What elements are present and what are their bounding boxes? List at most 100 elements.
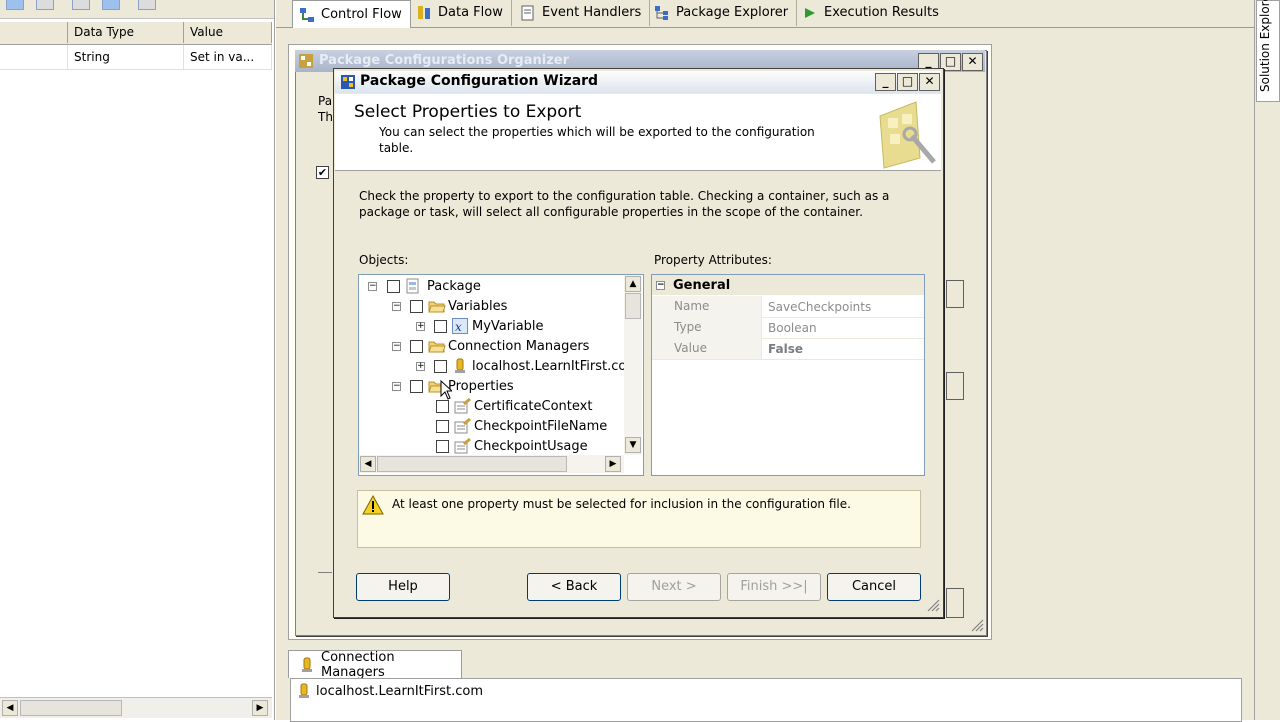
tab-package-explorer[interactable]: Package Explorer: [648, 0, 798, 26]
expand-icon[interactable]: +: [416, 321, 425, 331]
variable-name-cell[interactable]: [0, 45, 68, 69]
connection-managers-tab[interactable]: Connection Managers: [288, 650, 462, 680]
wizard-close-button[interactable]: ✕: [919, 73, 940, 91]
delete-variable-icon[interactable]: [36, 0, 54, 10]
property-row-name[interactable]: Name SaveCheckpoints: [652, 296, 924, 318]
property-category-general[interactable]: − General: [652, 275, 924, 295]
wizard-resize-grip-icon[interactable]: [926, 598, 940, 615]
collapse-icon[interactable]: −: [392, 381, 401, 391]
scrollbar-thumb[interactable]: [377, 456, 567, 472]
enable-configurations-checkbox[interactable]: ✔: [316, 166, 329, 179]
scrollbar-thumb[interactable]: [625, 293, 641, 319]
help-button[interactable]: Help: [356, 573, 450, 601]
tree-node-myvariable[interactable]: + x MyVariable: [359, 316, 544, 336]
tree-node-label: Connection Managers: [448, 338, 590, 354]
tree-node-checkbox[interactable]: [436, 419, 449, 433]
column-header-value[interactable]: Value: [184, 22, 272, 43]
package-icon: [405, 278, 421, 294]
back-button[interactable]: < Back: [527, 573, 621, 601]
wizard-maximize-button[interactable]: □: [897, 73, 918, 91]
collapse-icon[interactable]: −: [392, 341, 401, 351]
tab-data-flow[interactable]: Data Flow: [410, 0, 512, 26]
variable-value-cell[interactable]: Set in va...: [184, 45, 272, 69]
tab-event-handlers[interactable]: Event Handlers: [514, 0, 651, 26]
add-variable-icon[interactable]: [6, 0, 24, 10]
tree-vertical-scrollbar[interactable]: ▲ ▼: [624, 275, 642, 455]
column-header-data-type[interactable]: Data Type: [68, 22, 184, 43]
tree-node-checkbox[interactable]: [410, 379, 423, 393]
collapse-icon[interactable]: −: [656, 280, 665, 290]
show-system-variables-icon[interactable]: [72, 0, 90, 10]
tab-control-flow[interactable]: Control Flow: [292, 0, 411, 28]
scroll-down-icon[interactable]: ▼: [625, 437, 641, 453]
finish-button[interactable]: Finish >>|: [727, 573, 821, 601]
property-value: Boolean: [768, 320, 817, 335]
scrollbar-thumb[interactable]: [20, 700, 122, 716]
move-down-button[interactable]: [946, 372, 964, 400]
connection-manager-item[interactable]: localhost.LearnItFirst.com: [296, 683, 483, 699]
objects-label: Objects:: [359, 253, 409, 267]
tree-node-package[interactable]: − Package: [359, 276, 481, 296]
wizard-page-heading: Select Properties to Export: [354, 102, 582, 122]
scroll-up-icon[interactable]: ▲: [625, 276, 641, 292]
property-value: False: [768, 341, 803, 356]
tree-node-checkbox[interactable]: [434, 319, 447, 333]
tab-execution-results[interactable]: Execution Results: [796, 0, 947, 26]
tree-node-checkbox[interactable]: [434, 359, 447, 373]
folder-icon: [428, 298, 446, 314]
organizer-resize-grip-icon[interactable]: [970, 618, 984, 635]
move-up-button[interactable]: [946, 280, 964, 308]
tree-node-checkbox[interactable]: [410, 339, 423, 353]
tree-node-property[interactable]: CheckpointFileName: [359, 416, 607, 436]
property-icon: [454, 437, 471, 454]
property-name: Type: [652, 317, 762, 338]
connection-icon: [299, 657, 315, 673]
tree-horizontal-scrollbar[interactable]: ◀ ▶: [359, 455, 624, 473]
tree-node-checkbox[interactable]: [410, 299, 423, 313]
variable-row[interactable]: String Set in va...: [0, 45, 272, 70]
tab-execution-results-label: Execution Results: [824, 5, 939, 20]
tree-node-properties[interactable]: − Properties: [359, 376, 514, 396]
tree-node-checkbox[interactable]: [436, 439, 449, 453]
variable-icon: x: [452, 318, 468, 334]
property-name: Name: [652, 296, 762, 317]
collapse-icon[interactable]: −: [392, 301, 401, 311]
tree-node-property[interactable]: CertificateContext: [359, 396, 592, 416]
organizer-text-fragment: Th: [318, 110, 333, 124]
tree-node-connection[interactable]: + localhost.LearnItFirst.com: [359, 356, 639, 376]
wizard-minimize-button[interactable]: _: [875, 73, 896, 91]
choose-columns-icon[interactable]: [138, 0, 156, 10]
data-flow-icon: [416, 5, 432, 21]
organizer-title: Package Configurations Organizer: [319, 53, 569, 68]
scroll-right-icon[interactable]: ▶: [252, 700, 268, 716]
tab-package-explorer-label: Package Explorer: [676, 5, 789, 20]
designer-tab-bar: Control Flow Data Flow Event Handlers Pa…: [276, 0, 1254, 28]
property-row-type[interactable]: Type Boolean: [652, 317, 924, 339]
next-button[interactable]: Next >: [627, 573, 721, 601]
collapse-icon[interactable]: −: [368, 281, 377, 291]
tree-node-property[interactable]: CheckpointUsage: [359, 436, 588, 456]
organizer-close-button[interactable]: ✕: [962, 53, 983, 71]
tab-event-handlers-label: Event Handlers: [542, 5, 642, 20]
tree-node-variables[interactable]: − Variables: [359, 296, 507, 316]
show-all-variables-icon[interactable]: [102, 0, 120, 10]
column-header-name[interactable]: [0, 22, 68, 43]
warning-icon: [362, 494, 384, 518]
variables-horizontal-scrollbar[interactable]: ◀ ▶: [0, 697, 272, 718]
expand-icon[interactable]: +: [416, 361, 425, 371]
organizer-app-icon: [299, 54, 313, 71]
tree-node-connection-managers[interactable]: − Connection Managers: [359, 336, 589, 356]
scroll-left-icon[interactable]: ◀: [2, 700, 18, 716]
scroll-right-icon[interactable]: ▶: [605, 456, 621, 472]
organizer-close-dialog-button[interactable]: [946, 588, 964, 618]
tree-node-checkbox[interactable]: [387, 279, 400, 293]
variable-data-type-cell[interactable]: String: [68, 45, 184, 69]
scroll-left-icon[interactable]: ◀: [360, 456, 376, 472]
wizard-page-subheading: You can select the properties which will…: [379, 125, 815, 155]
cancel-button[interactable]: Cancel: [827, 573, 921, 601]
property-attributes-label: Property Attributes:: [654, 253, 772, 267]
tree-node-label: Properties: [448, 378, 514, 394]
objects-tree[interactable]: − Package − Variables + x MyVariable − C…: [358, 274, 644, 476]
tree-node-label: MyVariable: [472, 318, 544, 334]
property-row-value[interactable]: Value False: [652, 338, 924, 360]
